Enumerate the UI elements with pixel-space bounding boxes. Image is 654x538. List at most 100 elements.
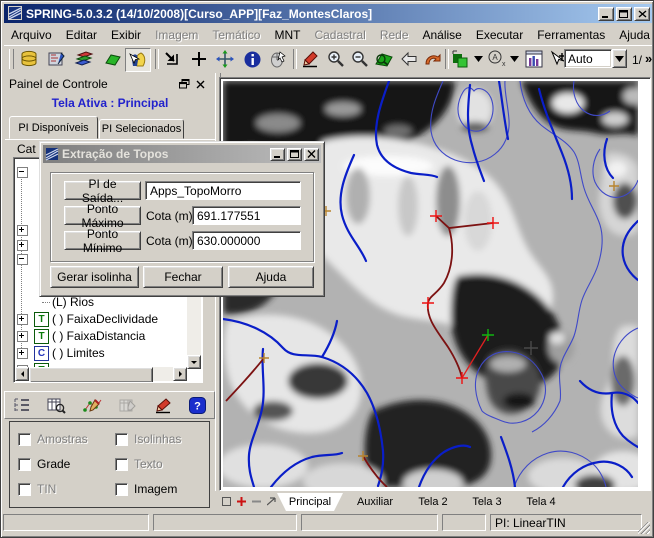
- checkbox-row-tin: TIN: [18, 482, 56, 496]
- database-icon[interactable]: [17, 48, 41, 70]
- control-panel-header[interactable]: Painel de Controle: [9, 76, 209, 92]
- window-box-icon[interactable]: [222, 497, 231, 506]
- dialog-maximize-button[interactable]: [287, 148, 302, 161]
- mouse-icon[interactable]: [266, 48, 290, 70]
- tree-expand-icon[interactable]: [17, 331, 28, 342]
- menu-editar[interactable]: Editar: [59, 26, 104, 44]
- menu-tematico: Temático: [205, 26, 267, 44]
- float-panel-icon[interactable]: [179, 79, 190, 89]
- remove-screen-icon[interactable]: [252, 497, 261, 506]
- texto-checkbox[interactable]: [115, 458, 128, 471]
- tree-expand-icon[interactable]: [17, 225, 28, 236]
- pi-saida-field[interactable]: Apps_TopoMorro: [145, 181, 301, 200]
- zoom-out-icon[interactable]: [348, 48, 372, 70]
- close-button[interactable]: [634, 7, 650, 21]
- tab-tela-3[interactable]: Tela 3: [461, 494, 513, 510]
- imagem-checkbox[interactable]: [115, 483, 128, 496]
- tab-tela-2[interactable]: Tela 2: [407, 494, 459, 510]
- menu-executar[interactable]: Executar: [469, 26, 530, 44]
- tree-expand-icon[interactable]: [17, 348, 28, 359]
- recompose-icon[interactable]: [372, 48, 396, 70]
- menu-exibir[interactable]: Exibir: [104, 26, 148, 44]
- menu-mnt[interactable]: MNT: [267, 26, 307, 44]
- toolbar-overflow-chevron[interactable]: »: [645, 51, 652, 66]
- info-icon[interactable]: [240, 48, 264, 70]
- add-screen-icon[interactable]: [237, 497, 246, 506]
- tab-pi-disponiveis[interactable]: PI Disponíveis: [9, 116, 98, 139]
- ponto-maximo-button[interactable]: Ponto Máximo: [64, 206, 141, 225]
- scale-combobox-arrow-icon[interactable]: [612, 49, 627, 68]
- resize-grip[interactable]: [638, 522, 650, 534]
- minimize-button[interactable]: [598, 7, 614, 21]
- app-icon: [8, 6, 22, 20]
- cota-minima-field[interactable]: 630.000000: [192, 231, 301, 250]
- eraser-line-icon[interactable]: [154, 397, 172, 414]
- tree-expand-icon[interactable]: [17, 240, 28, 251]
- acquire-cursor-icon[interactable]: [125, 48, 151, 72]
- tin-checkbox[interactable]: [18, 483, 31, 496]
- maximize-button[interactable]: [616, 7, 632, 21]
- menu-ajuda[interactable]: Ajuda: [612, 26, 654, 44]
- tab-label: Auxiliar: [357, 496, 393, 508]
- cota-maxima-field[interactable]: 691.177551: [192, 206, 301, 225]
- dialog-app-icon: [45, 147, 59, 161]
- tab-tela-4[interactable]: Tela 4: [515, 494, 567, 510]
- isolinhas-checkbox[interactable]: [115, 433, 128, 446]
- measure-icon[interactable]: [45, 48, 69, 70]
- tree-item-label: ( ) FaixaDistancia: [52, 329, 145, 343]
- scale-icon[interactable]: Ax1: [486, 48, 506, 70]
- tab-principal[interactable]: Principal: [277, 493, 343, 511]
- ajuda-button[interactable]: Ajuda: [228, 266, 314, 288]
- dialog-minimize-button[interactable]: [270, 148, 285, 161]
- grade-label: Grade: [37, 457, 70, 471]
- eraser-pencil-icon[interactable]: [298, 48, 322, 70]
- tree-hscrollbar[interactable]: [15, 367, 187, 381]
- vector-visual-icon[interactable]: [450, 48, 470, 70]
- menu-analise[interactable]: Análise: [416, 26, 469, 44]
- table-edit-icon[interactable]: [119, 397, 138, 414]
- title-bar[interactable]: SPRING-5.0.3.2 (14/10/2008)[Curso_APP][F…: [4, 4, 652, 23]
- histogram-icon[interactable]: [522, 48, 546, 70]
- tree-collapse-icon[interactable]: [17, 167, 28, 178]
- tab-auxiliar[interactable]: Auxiliar: [345, 494, 405, 510]
- ponto-minimo-button[interactable]: Ponto Mínimo: [64, 231, 141, 250]
- fechar-button[interactable]: Fechar: [143, 266, 223, 288]
- amostras-checkbox[interactable]: [18, 433, 31, 446]
- list-icon[interactable]: [13, 397, 31, 413]
- dialog-title-bar[interactable]: Extração de Topos: [43, 145, 321, 163]
- tab-label: Tela 2: [418, 496, 447, 508]
- corner-arrow-icon[interactable]: [160, 48, 184, 70]
- tab-pi-selecionados[interactable]: PI Selecionados: [99, 119, 184, 139]
- pi-saida-button[interactable]: PI de Saída...: [64, 181, 141, 200]
- tree-item-faixadeclividade[interactable]: T ( ) FaixaDeclividade: [14, 311, 158, 327]
- previous-view-icon[interactable]: [397, 48, 421, 70]
- tree-item-label: (L) Rios: [52, 295, 94, 309]
- vector-visual-dropdown-icon[interactable]: [472, 48, 484, 70]
- pan-arrows-icon[interactable]: [213, 48, 237, 70]
- vector-edit-icon[interactable]: [83, 397, 103, 414]
- crosshair-plus-icon[interactable]: [187, 48, 211, 70]
- grade-checkbox[interactable]: [18, 458, 31, 471]
- tree-collapse-icon[interactable]: [17, 254, 28, 265]
- dialog-close-button[interactable]: [304, 148, 319, 161]
- tree-item-faixadistancia[interactable]: T ( ) FaixaDistancia: [14, 328, 145, 344]
- hscrollbar-thumb[interactable]: [29, 367, 153, 383]
- tab-label: Tela 3: [472, 496, 501, 508]
- detach-screen-icon[interactable]: [267, 497, 277, 506]
- undo-icon[interactable]: [421, 48, 445, 70]
- close-panel-icon[interactable]: [196, 80, 205, 89]
- menu-ferramentas[interactable]: Ferramentas: [530, 26, 612, 44]
- tab-label: Tela 4: [526, 496, 555, 508]
- tree-expand-icon[interactable]: [17, 314, 28, 325]
- tree-item-limites[interactable]: C ( ) Limites: [14, 345, 105, 361]
- zoom-in-icon[interactable]: [324, 48, 348, 70]
- toolbar-grip[interactable]: [9, 49, 14, 69]
- scale-dropdown-icon[interactable]: [508, 48, 520, 70]
- help-icon[interactable]: ?: [189, 397, 206, 414]
- scale-combobox[interactable]: Auto: [564, 49, 612, 68]
- table-search-icon[interactable]: [47, 397, 66, 414]
- layers-icon[interactable]: [72, 48, 96, 70]
- gerar-isolinha-button[interactable]: Gerar isolinha: [50, 266, 139, 288]
- menu-arquivo[interactable]: Arquivo: [4, 26, 59, 44]
- plane-layer-icon[interactable]: [99, 48, 123, 70]
